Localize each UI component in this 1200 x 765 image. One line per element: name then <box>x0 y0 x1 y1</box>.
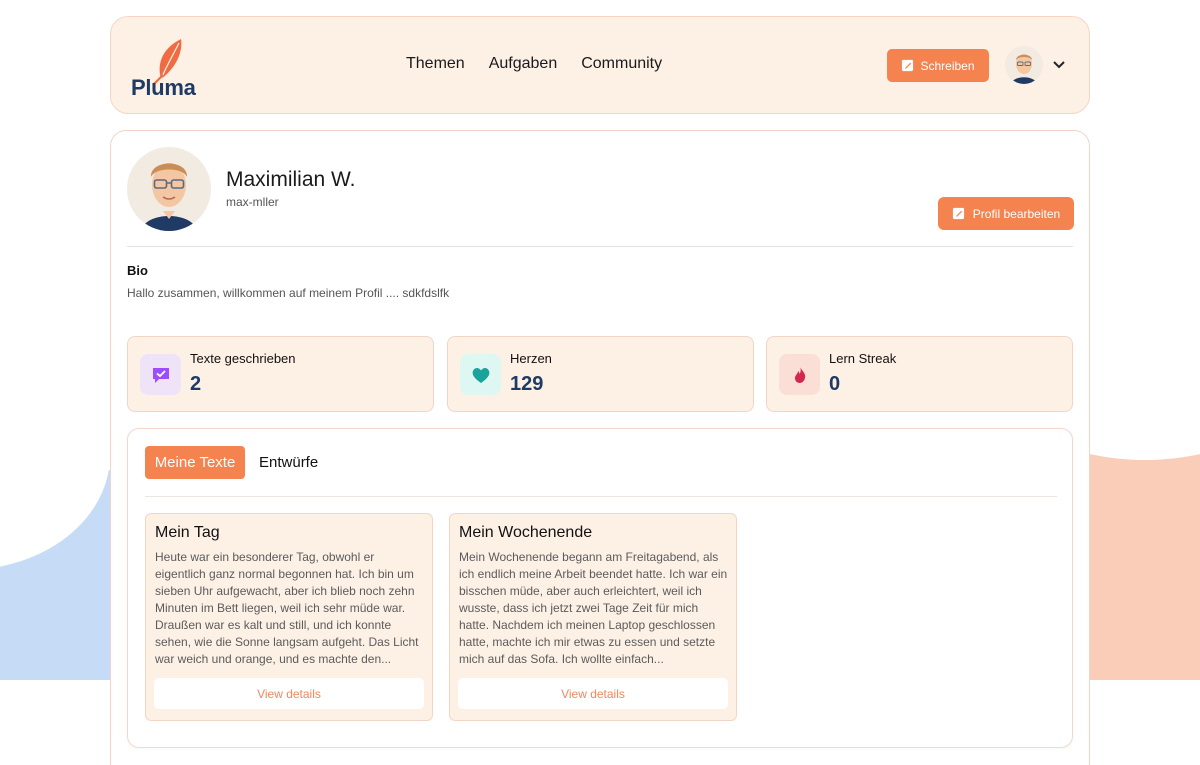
stat-value: 129 <box>510 373 544 395</box>
profile-card: Maximilian W. max-mller Profil bearbeite… <box>110 130 1090 765</box>
bio-text: Hallo zusammen, willkommen auf meinem Pr… <box>127 286 450 300</box>
profile-username: max-mller <box>226 195 279 209</box>
tab-meine-texte[interactable]: Meine Texte <box>145 446 245 479</box>
stat-value: 2 <box>190 373 202 395</box>
user-avatar[interactable] <box>1005 46 1043 84</box>
background-blob-left <box>0 470 120 680</box>
stat-card-hearts: Herzen 129 <box>447 336 754 412</box>
profile-name: Maximilian W. <box>226 168 356 191</box>
top-navbar: Pluma Themen Aufgaben Community Schreibe… <box>110 16 1090 114</box>
text-card: Mein Wochenende Mein Wochenende begann a… <box>449 513 737 721</box>
chevron-down-icon[interactable] <box>1051 57 1067 73</box>
divider <box>145 496 1057 497</box>
main-nav: Themen Aufgaben Community <box>406 55 662 73</box>
edit-icon <box>902 59 914 72</box>
text-title: Mein Wochenende <box>459 524 593 541</box>
profile-avatar <box>127 147 211 231</box>
divider <box>127 246 1073 247</box>
stat-label: Texte geschrieben <box>190 351 296 366</box>
write-button-label: Schreiben <box>920 58 975 73</box>
text-excerpt: Mein Wochenende begann am Freitagabend, … <box>459 550 728 666</box>
bio-heading: Bio <box>127 263 148 278</box>
stat-label: Herzen <box>510 351 552 366</box>
edit-icon <box>952 207 964 220</box>
text-title: Mein Tag <box>155 524 220 541</box>
text-excerpt: Heute war ein besonderer Tag, obwohl er … <box>155 550 419 666</box>
brand-name: Pluma <box>131 75 196 100</box>
stat-label: Lern Streak <box>829 351 897 366</box>
avatar-image <box>127 147 211 231</box>
view-details-button[interactable]: View details <box>458 678 728 709</box>
stat-value: 0 <box>829 373 841 395</box>
nav-item-themen[interactable]: Themen <box>406 55 465 73</box>
avatar-image <box>1005 46 1043 84</box>
write-button[interactable]: Schreiben <box>887 49 989 82</box>
nav-item-aufgaben[interactable]: Aufgaben <box>489 55 558 73</box>
text-card: Mein Tag Heute war ein besonderer Tag, o… <box>145 513 433 721</box>
stat-card-texts: Texte geschrieben 2 <box>127 336 434 412</box>
background-blob-right <box>1080 400 1200 680</box>
edit-profile-label: Profil bearbeiten <box>972 206 1061 221</box>
check-message-icon <box>140 354 181 395</box>
view-details-button[interactable]: View details <box>154 678 424 709</box>
edit-profile-button[interactable]: Profil bearbeiten <box>938 197 1074 230</box>
texts-panel: Meine Texte Entwürfe Mein Tag Heute war … <box>127 428 1073 748</box>
nav-item-community[interactable]: Community <box>581 55 662 73</box>
stat-card-streak: Lern Streak 0 <box>766 336 1073 412</box>
heart-icon <box>460 354 501 395</box>
tab-entwuerfe[interactable]: Entwürfe <box>259 454 318 471</box>
flame-icon <box>779 354 820 395</box>
